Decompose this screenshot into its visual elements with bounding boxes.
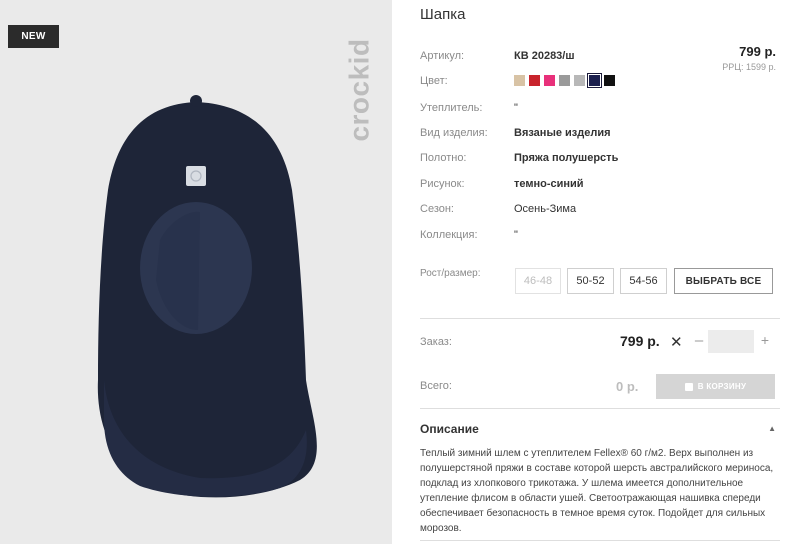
add-to-cart-button[interactable]: В КОРЗИНУ [656,374,775,399]
attr-season: Сезон: Осень-Зима [420,203,780,221]
order-price: 799 р. [620,333,660,349]
attr-insulation: Утеплитель: " [420,102,780,120]
reflective-patch [186,166,206,186]
color-swatch-red[interactable] [529,75,540,86]
attr-value: " [514,229,518,241]
product-photo [97,95,317,498]
attr-fabric: Полотно: Пряжа полушерсть [420,152,780,170]
attr-label: Вид изделия: [420,127,488,139]
attr-value: Вязаные изделия [514,127,611,139]
attr-label: Рисунок: [420,178,465,190]
size-option-54-56[interactable]: 54-56 [620,268,667,294]
quantity-increase-button[interactable]: + [758,332,772,348]
product-title: Шапка [420,6,466,23]
size-option-46-48[interactable]: 46-48 [515,268,561,294]
attr-label: Сезон: [420,203,454,215]
hat-top-knot [190,95,202,107]
color-swatch-pink[interactable] [544,75,555,86]
color-swatches [514,73,615,88]
attr-value: Пряжа полушерсть [514,152,619,164]
description-title: Описание [420,422,479,436]
color-swatch-grey[interactable] [559,75,570,86]
product-image-panel[interactable]: NEW crockid [0,0,392,544]
attr-label: Артикул: [420,50,465,62]
total-label: Всего: [420,380,452,392]
color-swatch-beige[interactable] [514,75,525,86]
attr-label: Цвет: [420,75,448,87]
description-text: Теплый зимний шлем с утеплителем Fellex®… [420,448,774,534]
attr-pattern: Рисунок: темно-синий [420,178,780,196]
color-swatch-navy[interactable] [587,73,602,88]
size-option-50-52[interactable]: 50-52 [567,268,614,294]
product-info: Шапка 799 р. РРЦ: 1599 р. Артикул: КВ 20… [420,0,780,544]
attr-label: Полотно: [420,152,467,164]
color-swatch-light-grey[interactable] [574,75,585,86]
add-to-cart-label: В КОРЗИНУ [697,382,747,391]
attr-value: КВ 20283/ш [514,50,575,62]
attr-article: Артикул: КВ 20283/ш [420,50,780,68]
divider [420,408,780,409]
divider [420,540,780,541]
quantity-decrease-button[interactable]: – [692,332,706,349]
color-swatch-black[interactable] [604,75,615,86]
new-badge: NEW [8,25,59,48]
attr-value: " [514,102,518,114]
times-icon: ✕ [670,334,683,351]
cart-icon [684,382,693,391]
attr-value: темно-синий [514,178,584,190]
size-label: Рост/размер: [420,268,481,279]
attr-label: Коллекция: [420,229,478,241]
divider [420,318,780,319]
order-label: Заказ: [420,336,452,348]
attr-value: Осень-Зима [514,203,577,215]
quantity-input[interactable] [708,330,754,353]
collapse-icon[interactable]: ▲ [768,424,776,433]
select-all-sizes-button[interactable]: ВЫБРАТЬ ВСЕ [674,268,773,294]
attr-product-type: Вид изделия: Вязаные изделия [420,127,780,145]
attr-collection: Коллекция: " [420,229,780,247]
total-value: 0 р. [616,379,639,394]
brand-logo: crockid [344,38,376,142]
attr-label: Утеплитель: [420,102,483,114]
